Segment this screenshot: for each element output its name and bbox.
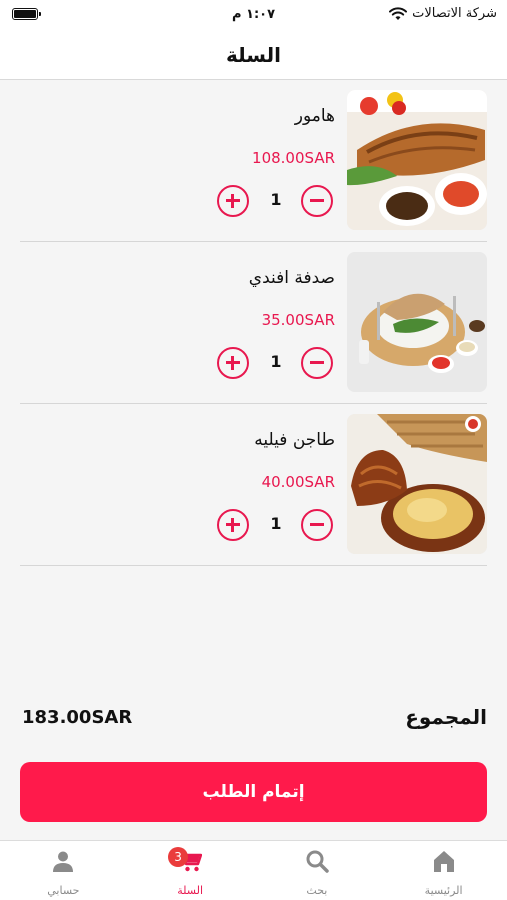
- item-quantity: 1: [270, 190, 282, 209]
- item-price: 108.00SAR: [252, 149, 335, 167]
- tab-label: السلة: [177, 884, 203, 897]
- tab-label: حسابي: [47, 884, 80, 897]
- tab-cart[interactable]: 3 السلة: [127, 841, 254, 900]
- item-name: صدفة افندي: [248, 268, 335, 288]
- bottom-tab-bar: حسابي 3 السلة بحث الرئيسية: [0, 840, 507, 900]
- total-value: 183.00SAR: [22, 707, 133, 728]
- tab-label: بحث: [306, 884, 328, 897]
- carrier-name: شركة الاتصالات: [412, 6, 497, 21]
- increase-quantity-button[interactable]: [217, 185, 249, 217]
- home-icon: [433, 851, 454, 872]
- cart-item: هامور 108.00SAR 1: [20, 80, 487, 242]
- increase-quantity-button[interactable]: [217, 509, 249, 541]
- decrease-quantity-button[interactable]: [301, 185, 333, 217]
- total-label: المجموع: [405, 705, 487, 729]
- wifi-icon: [389, 6, 408, 20]
- item-quantity: 1: [270, 514, 282, 533]
- decrease-quantity-button[interactable]: [301, 347, 333, 379]
- tab-search[interactable]: بحث: [254, 841, 381, 900]
- status-bar: ١:٠٧ م شركة الاتصالات: [0, 0, 507, 30]
- item-price: 40.00SAR: [261, 473, 335, 491]
- user-icon: [53, 851, 74, 872]
- checkout-button[interactable]: إتمام الطلب: [20, 762, 487, 822]
- item-quantity: 1: [270, 352, 282, 371]
- tab-account[interactable]: حسابي: [0, 841, 127, 900]
- cart-list: هامور 108.00SAR 1 صدفة افندي 35.00SAR 1 …: [20, 80, 487, 566]
- increase-quantity-button[interactable]: [217, 347, 249, 379]
- item-name: طاجن فيليه: [254, 430, 335, 450]
- decrease-quantity-button[interactable]: [301, 509, 333, 541]
- carrier-info: شركة الاتصالات: [389, 6, 497, 21]
- search-icon: [306, 850, 329, 873]
- tab-label: الرئيسية: [424, 884, 463, 897]
- cart-item: طاجن فيليه 40.00SAR 1: [20, 404, 487, 566]
- product-image-hamour: [347, 90, 487, 230]
- item-price: 35.00SAR: [261, 311, 335, 329]
- tab-home[interactable]: الرئيسية: [380, 841, 507, 900]
- page-header: السلة: [0, 30, 507, 80]
- item-name: هامور: [294, 106, 335, 126]
- cart-item: صدفة افندي 35.00SAR 1: [20, 242, 487, 404]
- cart-count-badge: 3: [168, 847, 189, 867]
- page-title: السلة: [225, 42, 281, 67]
- product-image-sadafa-afandi: [347, 252, 487, 392]
- total-row: المجموع 183.00SAR: [22, 705, 487, 737]
- product-image-tagine-fillet: [347, 414, 487, 554]
